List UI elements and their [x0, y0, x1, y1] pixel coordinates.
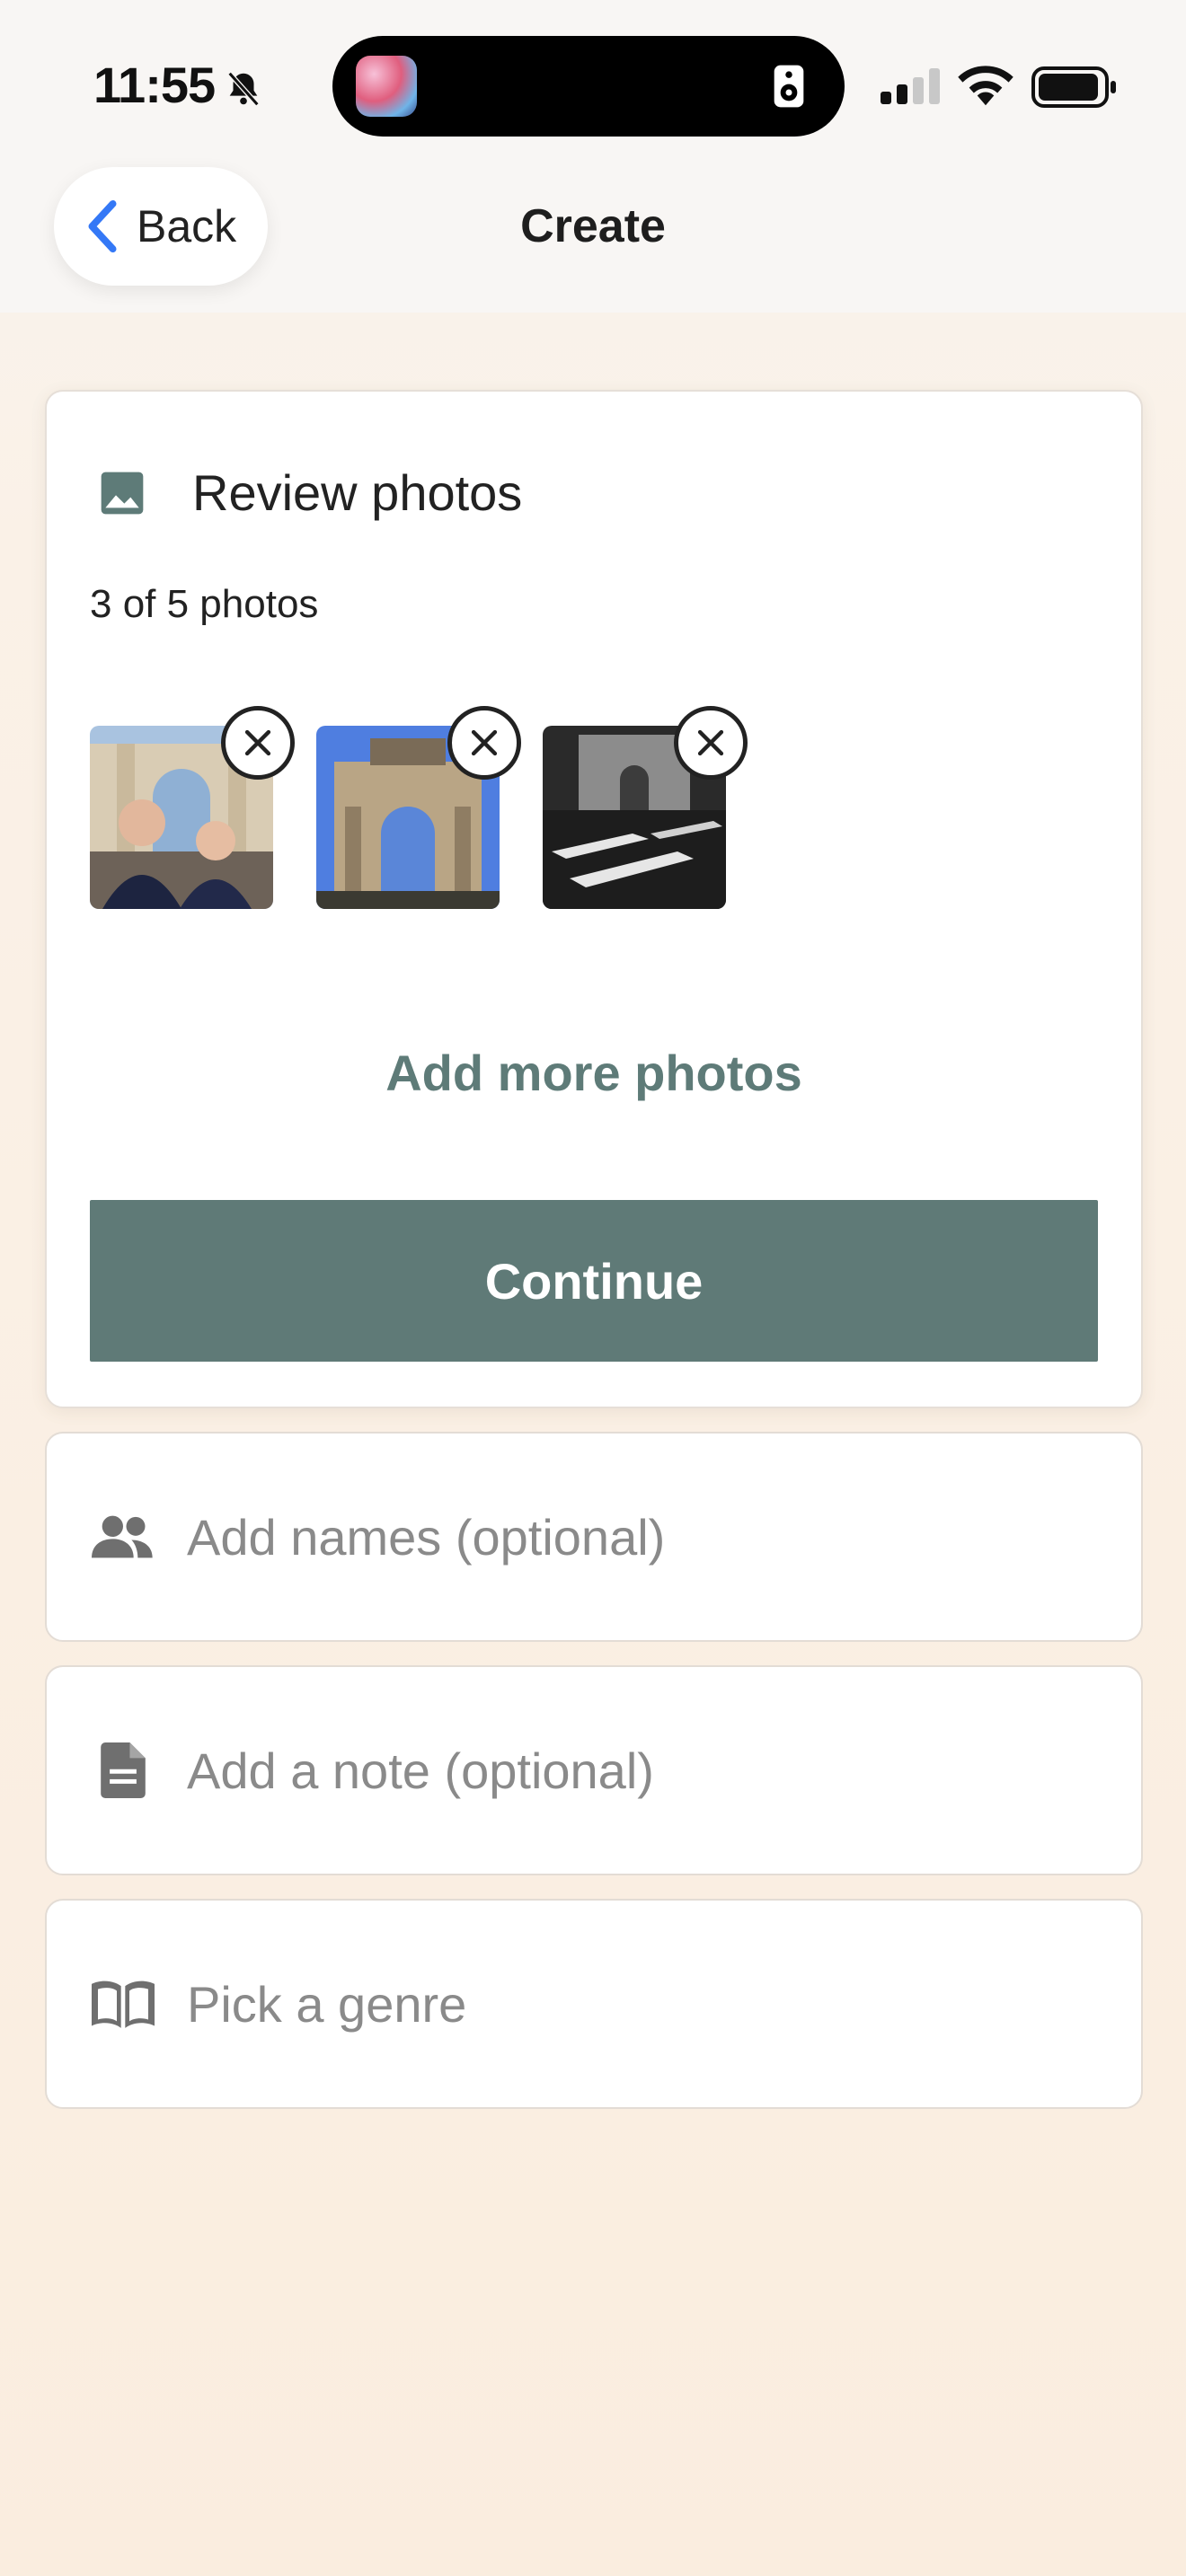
- battery-icon: [1031, 66, 1118, 112]
- continue-button[interactable]: Continue: [90, 1200, 1098, 1362]
- add-note-placeholder: Add a note (optional): [187, 1742, 654, 1799]
- silent-bell-icon: [223, 68, 264, 114]
- close-icon: [697, 729, 724, 756]
- people-icon: [92, 1512, 155, 1562]
- review-photos-card: Review photos 3 of 5 photos Add more pho…: [45, 390, 1143, 1408]
- app-icon: [356, 56, 417, 117]
- status-time: 11:55: [93, 57, 216, 113]
- book-icon: [92, 1979, 155, 2029]
- speaker-icon: [764, 61, 814, 116]
- document-icon: [92, 1742, 155, 1798]
- close-icon: [471, 729, 498, 756]
- add-note-field[interactable]: Add a note (optional): [45, 1665, 1143, 1875]
- pick-genre-field[interactable]: Pick a genre: [45, 1899, 1143, 2109]
- image-icon: [101, 472, 144, 514]
- close-icon: [244, 729, 271, 756]
- add-names-placeholder: Add names (optional): [187, 1508, 666, 1566]
- card-header: Review photos: [97, 463, 522, 522]
- cellular-signal-icon: [881, 68, 942, 109]
- add-more-photos-button[interactable]: Add more photos: [47, 1044, 1141, 1102]
- pick-genre-placeholder: Pick a genre: [187, 1975, 467, 2033]
- page-title: Create: [520, 200, 666, 252]
- add-names-field[interactable]: Add names (optional): [45, 1432, 1143, 1642]
- remove-photo-3-button[interactable]: [674, 706, 748, 780]
- remove-photo-1-button[interactable]: [221, 706, 295, 780]
- dynamic-island[interactable]: [332, 36, 845, 137]
- wifi-icon: [958, 63, 1013, 110]
- top-bar: 11:55 Back Create: [0, 0, 1186, 313]
- card-title: Review photos: [192, 464, 523, 521]
- photo-count: 3 of 5 photos: [90, 582, 319, 626]
- remove-photo-2-button[interactable]: [447, 706, 521, 780]
